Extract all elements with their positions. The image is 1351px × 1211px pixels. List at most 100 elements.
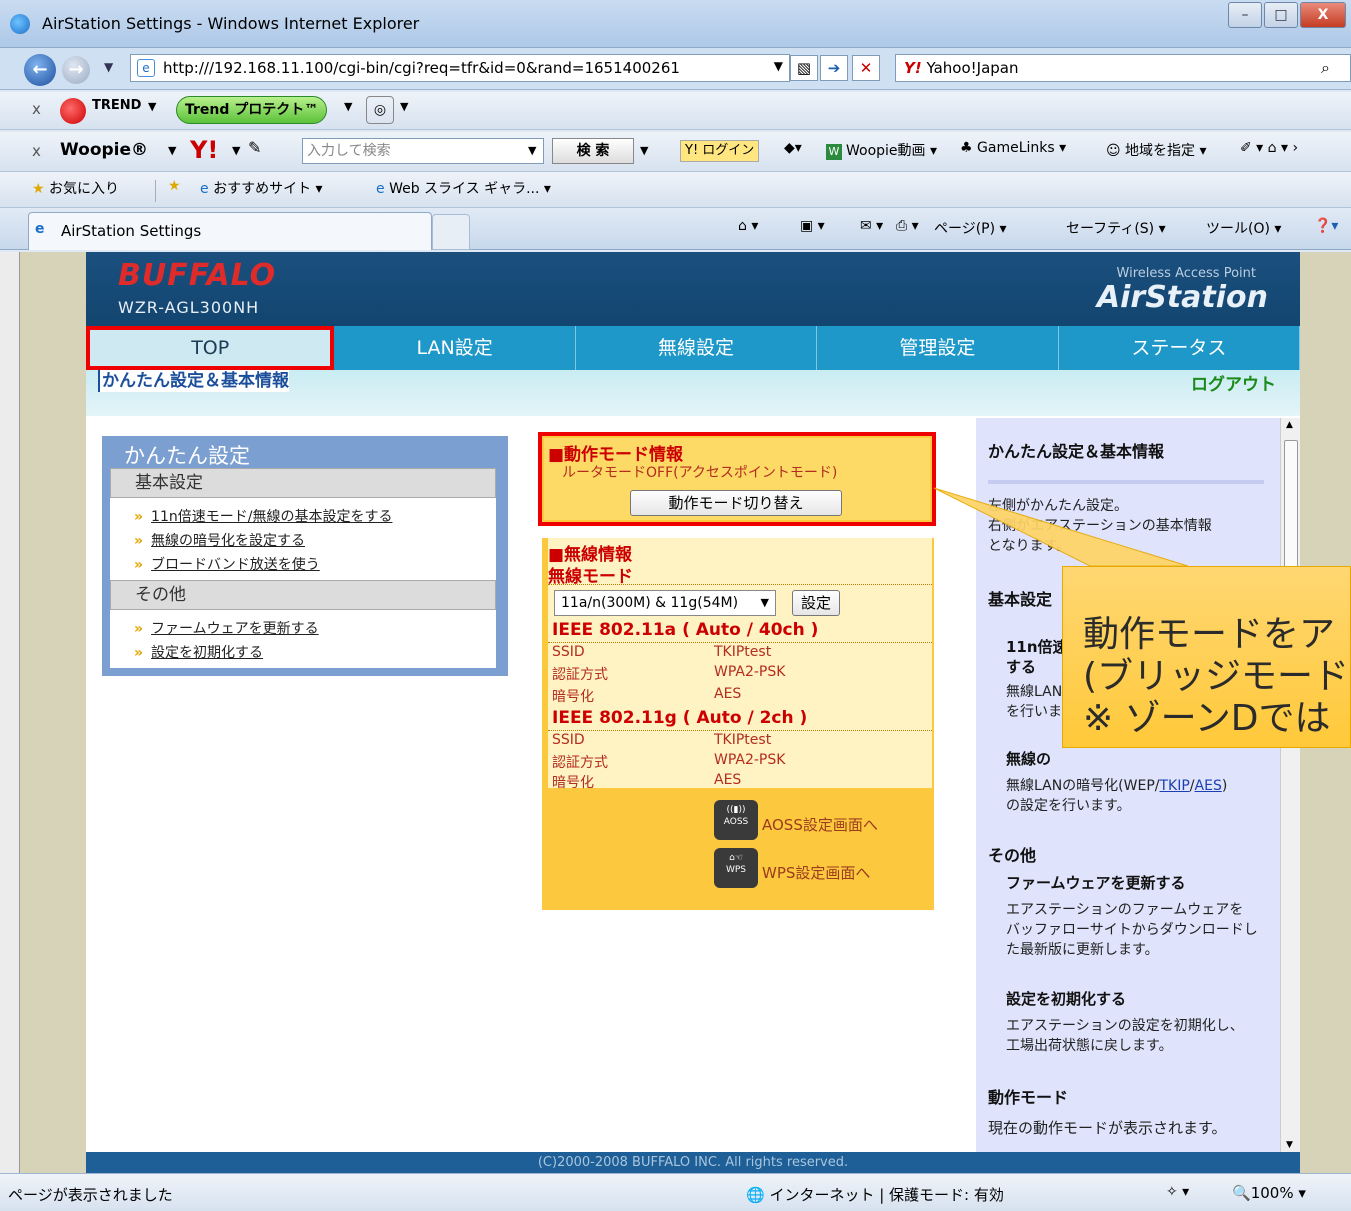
gamelinks-button[interactable]: ♣ GameLinks ▾ [960, 140, 1066, 156]
pen-icon[interactable]: ✎ [248, 138, 261, 157]
easy-setup-panel: かんたん設定 基本設定 » 11n倍速モード/無線の基本設定をする » 無線の暗号化… [102, 436, 508, 676]
toolbar-search-input[interactable]: 入力して検索 [302, 138, 544, 164]
main-nav: TOP LAN設定 無線設定 管理設定 ステータス [86, 326, 1301, 370]
page-left-edge [0, 252, 20, 1173]
link-label: 設定を初期化する [151, 645, 264, 661]
link-factory-reset[interactable]: » 設定を初期化する [134, 642, 263, 662]
webslice-button[interactable]: e Web スライス ギャラ... ▾ [376, 178, 551, 198]
scroll-down-icon[interactable]: ▼ [1286, 1140, 1293, 1150]
back-icon[interactable]: ← [24, 54, 56, 86]
aoss-link[interactable]: AOSS設定画面へ [762, 814, 878, 835]
trend-label[interactable]: TREND [92, 98, 141, 113]
wps-link[interactable]: WPS設定画面へ [762, 862, 870, 883]
band-a-auth-label: 認証方式 [552, 667, 608, 683]
search-icon[interactable]: ⌕ [1321, 58, 1330, 78]
help-mode-text: 現在の動作モードが表示されます。 [988, 1119, 1227, 1137]
wifi-icon[interactable]: ◎ [366, 96, 394, 124]
link-firmware-update[interactable]: » ファームウェアを更新する [134, 618, 319, 638]
woopie-video-button[interactable]: W Woopie動画 ▾ [826, 140, 937, 160]
toolbar-search-button[interactable]: 検 索 [552, 138, 634, 164]
arrow-icon: » [134, 645, 144, 661]
addon-icon[interactable]: ✧ ▾ [1166, 1184, 1189, 1200]
region-button[interactable]: ☺ 地域を指定 ▾ [1106, 140, 1207, 160]
close-toolbar-icon[interactable]: x [32, 142, 41, 160]
trend-toolbar: x TREND ▼ Trend プロテクト™ ▼ ◎ ▼ [0, 92, 1351, 130]
favorites-button[interactable]: ★ お気に入り [32, 178, 119, 198]
address-url[interactable]: http:///192.168.11.100/cgi-bin/cgi?req=t… [163, 59, 680, 77]
trend-logo-icon [60, 98, 86, 124]
address-dropdown-icon[interactable]: ▼ [774, 59, 783, 73]
tab-airstation-settings[interactable]: e AirStation Settings [28, 212, 432, 250]
history-dropdown-icon[interactable]: ▼ [104, 60, 113, 74]
safety-menu[interactable]: セーフティ(S) ▾ [1066, 218, 1166, 238]
nav-top[interactable]: TOP [86, 326, 335, 370]
subnav-current[interactable]: かんたん設定＆基本情報 [98, 370, 289, 392]
nav-admin[interactable]: 管理設定 [817, 326, 1059, 370]
feeds-icon[interactable]: ▣ ▾ [800, 218, 825, 234]
link-11n-basic[interactable]: » 11n倍速モード/無線の基本設定をする [134, 506, 392, 526]
mail-icon[interactable]: ✉ ▾ [860, 218, 883, 234]
band-g-auth: WPA2-PSK [714, 752, 786, 768]
zoom-control[interactable]: 🔍100% ▾ [1232, 1184, 1306, 1202]
region-label: 地域を指定 [1125, 143, 1196, 159]
compatibility-icon[interactable]: ▧ [790, 55, 818, 81]
logout-link[interactable]: ログアウト [1191, 370, 1276, 395]
highlighter-icon[interactable]: ✐ ▾ ⌂ ▾ › [1240, 140, 1298, 156]
new-tab-button[interactable] [432, 214, 470, 250]
scroll-up-icon[interactable]: ▲ [1286, 420, 1293, 430]
add-favorite-icon[interactable]: ★ [168, 178, 181, 194]
search-history-dropdown-icon[interactable]: ▼ [528, 144, 536, 157]
maximize-button[interactable]: □ [1264, 2, 1298, 28]
stop-icon[interactable]: ✕ [852, 55, 880, 81]
shield-icon[interactable]: ◆▾ [784, 140, 802, 156]
wireless-set-button[interactable]: 設定 [792, 590, 840, 616]
help-encryption-text: 無線LANの暗号化(WEP/TKIP/AES) [1006, 776, 1227, 796]
tools-menu[interactable]: ツール(O) ▾ [1206, 218, 1281, 238]
ie-page-icon: e [376, 181, 385, 197]
aes-link[interactable]: AES [1195, 778, 1222, 794]
gamelinks-icon: ♣ [960, 140, 978, 156]
nav-wireless[interactable]: 無線設定 [576, 326, 818, 370]
help-fast-mode-text-2: を行いま [1006, 704, 1062, 720]
band-g-enc: AES [714, 772, 742, 788]
wps-icon[interactable]: ⌂☜ WPS [714, 848, 758, 888]
wifi-dropdown-icon[interactable]: ▼ [400, 100, 408, 113]
wireless-mode-select[interactable]: 11a/n(300M) & 11g(54M) ▼ [554, 590, 776, 616]
forward-icon[interactable]: → [62, 56, 90, 84]
trend-protect-button[interactable]: Trend プロテクト™ [176, 96, 328, 124]
home-icon[interactable]: ⌂ ▾ [738, 218, 758, 234]
band-a-ssid-label: SSID [552, 644, 585, 660]
aoss-icon[interactable]: ((▮)) AOSS [714, 800, 758, 840]
search-button-dropdown-icon[interactable]: ▼ [640, 144, 648, 157]
go-icon[interactable]: ➔ [820, 55, 848, 81]
yahoo-login-button[interactable]: Y! ログイン [680, 140, 760, 162]
help-reset-text-2: 工場出荷状態に戻します。 [1006, 1038, 1173, 1054]
link-label: 無線の暗号化を設定する [151, 533, 306, 549]
woopie-logo[interactable]: Woopie® [60, 140, 148, 160]
close-button[interactable]: X [1300, 2, 1346, 28]
protect-dropdown-icon[interactable]: ▼ [344, 100, 352, 113]
security-zone[interactable]: 🌐 インターネット | 保護モード: 有効 [746, 1184, 1004, 1205]
help-other-heading: その他 [988, 846, 1037, 865]
page-menu[interactable]: ページ(P) ▾ [934, 218, 1007, 238]
suggested-label: おすすめサイト [213, 181, 312, 197]
yahoo-logo[interactable]: Y! [190, 136, 218, 164]
woopie-dropdown-icon[interactable]: ▼ [168, 144, 176, 157]
suggested-sites-button[interactable]: e おすすめサイト ▾ [200, 178, 323, 198]
switch-mode-button[interactable]: 動作モード切り替え [630, 490, 842, 516]
print-icon[interactable]: ⎙ ▾ [896, 218, 919, 234]
close-toolbar-icon[interactable]: x [32, 100, 41, 118]
trend-dropdown-icon[interactable]: ▼ [148, 100, 156, 113]
link-encryption[interactable]: » 無線の暗号化を設定する [134, 530, 305, 550]
basic-settings-heading: 基本設定 [110, 468, 496, 498]
help-scrollbar[interactable]: ▲ ▼ [1280, 418, 1300, 1152]
tkip-link[interactable]: TKIP [1159, 778, 1189, 794]
nav-lan[interactable]: LAN設定 [334, 326, 576, 370]
search-input[interactable]: Y! Yahoo!Japan ⌕ [895, 54, 1351, 82]
help-icon[interactable]: ❓▾ [1314, 218, 1338, 234]
nav-status[interactable]: ステータス [1059, 326, 1301, 370]
address-input[interactable]: e http:///192.168.11.100/cgi-bin/cgi?req… [130, 54, 790, 82]
link-broadband-broadcast[interactable]: » ブロードバンド放送を使う [134, 554, 320, 574]
yahoo-dropdown-icon[interactable]: ▼ [232, 144, 240, 157]
minimize-button[interactable]: – [1228, 2, 1262, 28]
